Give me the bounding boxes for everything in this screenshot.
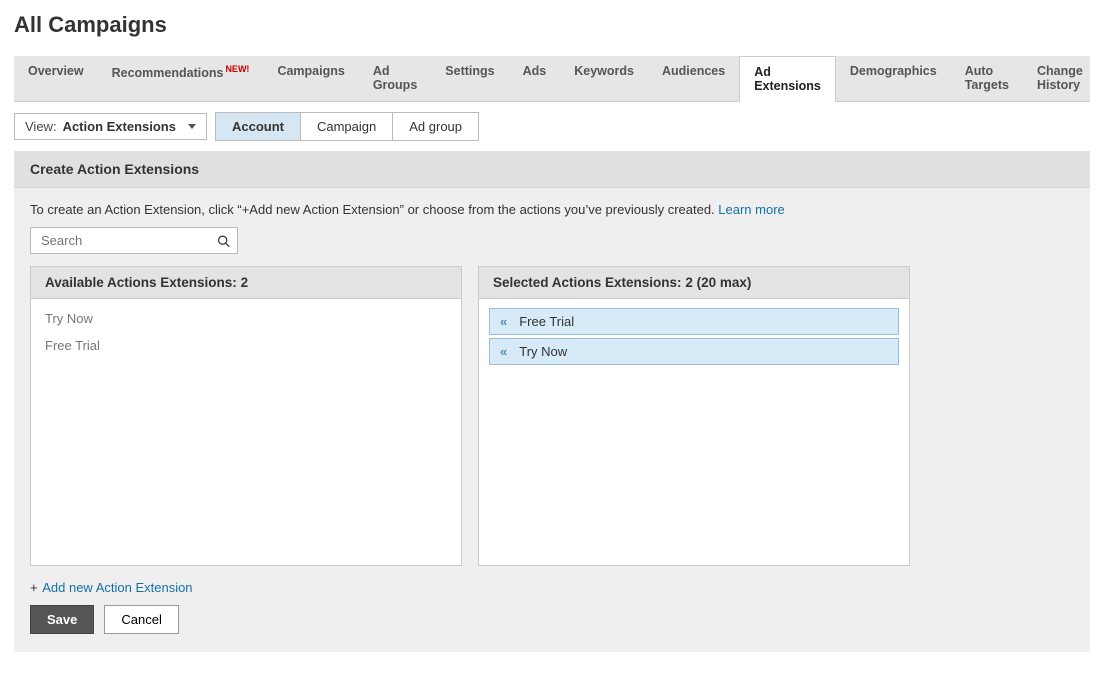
add-link-row: + Add new Action Extension <box>14 566 1090 605</box>
tab-overview[interactable]: Overview <box>14 56 98 101</box>
content-panel: Create Action Extensions To create an Ac… <box>14 151 1090 652</box>
tab-ads[interactable]: Ads <box>509 56 561 101</box>
toolbar: View: Action Extensions Account Campaign… <box>0 102 1104 151</box>
remove-icon[interactable]: « <box>500 345 507 358</box>
scope-campaign-button[interactable]: Campaign <box>301 113 392 140</box>
tab-campaigns[interactable]: Campaigns <box>263 56 358 101</box>
intro-text: To create an Action Extension, click “+A… <box>14 188 1090 227</box>
scope-account-button[interactable]: Account <box>216 113 300 140</box>
selected-item-label: Try Now <box>519 344 567 359</box>
add-new-extension-link[interactable]: Add new Action Extension <box>42 580 192 595</box>
learn-more-link[interactable]: Learn more <box>718 202 784 217</box>
tab-change-history[interactable]: Change History <box>1023 56 1097 101</box>
available-item[interactable]: Try Now <box>31 305 461 332</box>
remove-icon[interactable]: « <box>500 315 507 328</box>
selected-column: Selected Actions Extensions: 2 (20 max) … <box>478 266 910 566</box>
panel-header: Create Action Extensions <box>14 151 1090 188</box>
tab-keywords[interactable]: Keywords <box>560 56 648 101</box>
save-button[interactable]: Save <box>30 605 94 634</box>
plus-icon: + <box>30 580 38 595</box>
selected-item[interactable]: « Free Trial <box>489 308 899 335</box>
page-title: All Campaigns <box>0 0 1104 56</box>
view-value: Action Extensions <box>63 119 176 134</box>
available-column: Available Actions Extensions: 2 Try Now … <box>30 266 462 566</box>
scope-adgroup-button[interactable]: Ad group <box>393 113 478 140</box>
search-wrap <box>30 227 238 254</box>
view-label: View: <box>25 119 57 134</box>
tab-demographics[interactable]: Demographics <box>836 56 951 101</box>
selected-header: Selected Actions Extensions: 2 (20 max) <box>479 267 909 299</box>
search-icon <box>217 234 230 247</box>
tabs-bar: Overview RecommendationsNEW! Campaigns A… <box>14 56 1090 102</box>
tab-audiences[interactable]: Audiences <box>648 56 739 101</box>
selected-item[interactable]: « Try Now <box>489 338 899 365</box>
tab-settings[interactable]: Settings <box>431 56 508 101</box>
available-header: Available Actions Extensions: 2 <box>31 267 461 299</box>
tab-recommendations[interactable]: RecommendationsNEW! <box>98 56 264 101</box>
cancel-button[interactable]: Cancel <box>104 605 178 634</box>
tab-auto-targets[interactable]: Auto Targets <box>951 56 1023 101</box>
new-badge: NEW! <box>225 64 249 74</box>
chevron-down-icon <box>188 124 196 129</box>
tab-ad-groups[interactable]: Ad Groups <box>359 56 431 101</box>
view-dropdown[interactable]: View: Action Extensions <box>14 113 207 140</box>
search-input[interactable] <box>30 227 238 254</box>
selected-item-label: Free Trial <box>519 314 574 329</box>
available-item[interactable]: Free Trial <box>31 332 461 359</box>
tab-ad-extensions[interactable]: Ad Extensions <box>739 56 836 102</box>
